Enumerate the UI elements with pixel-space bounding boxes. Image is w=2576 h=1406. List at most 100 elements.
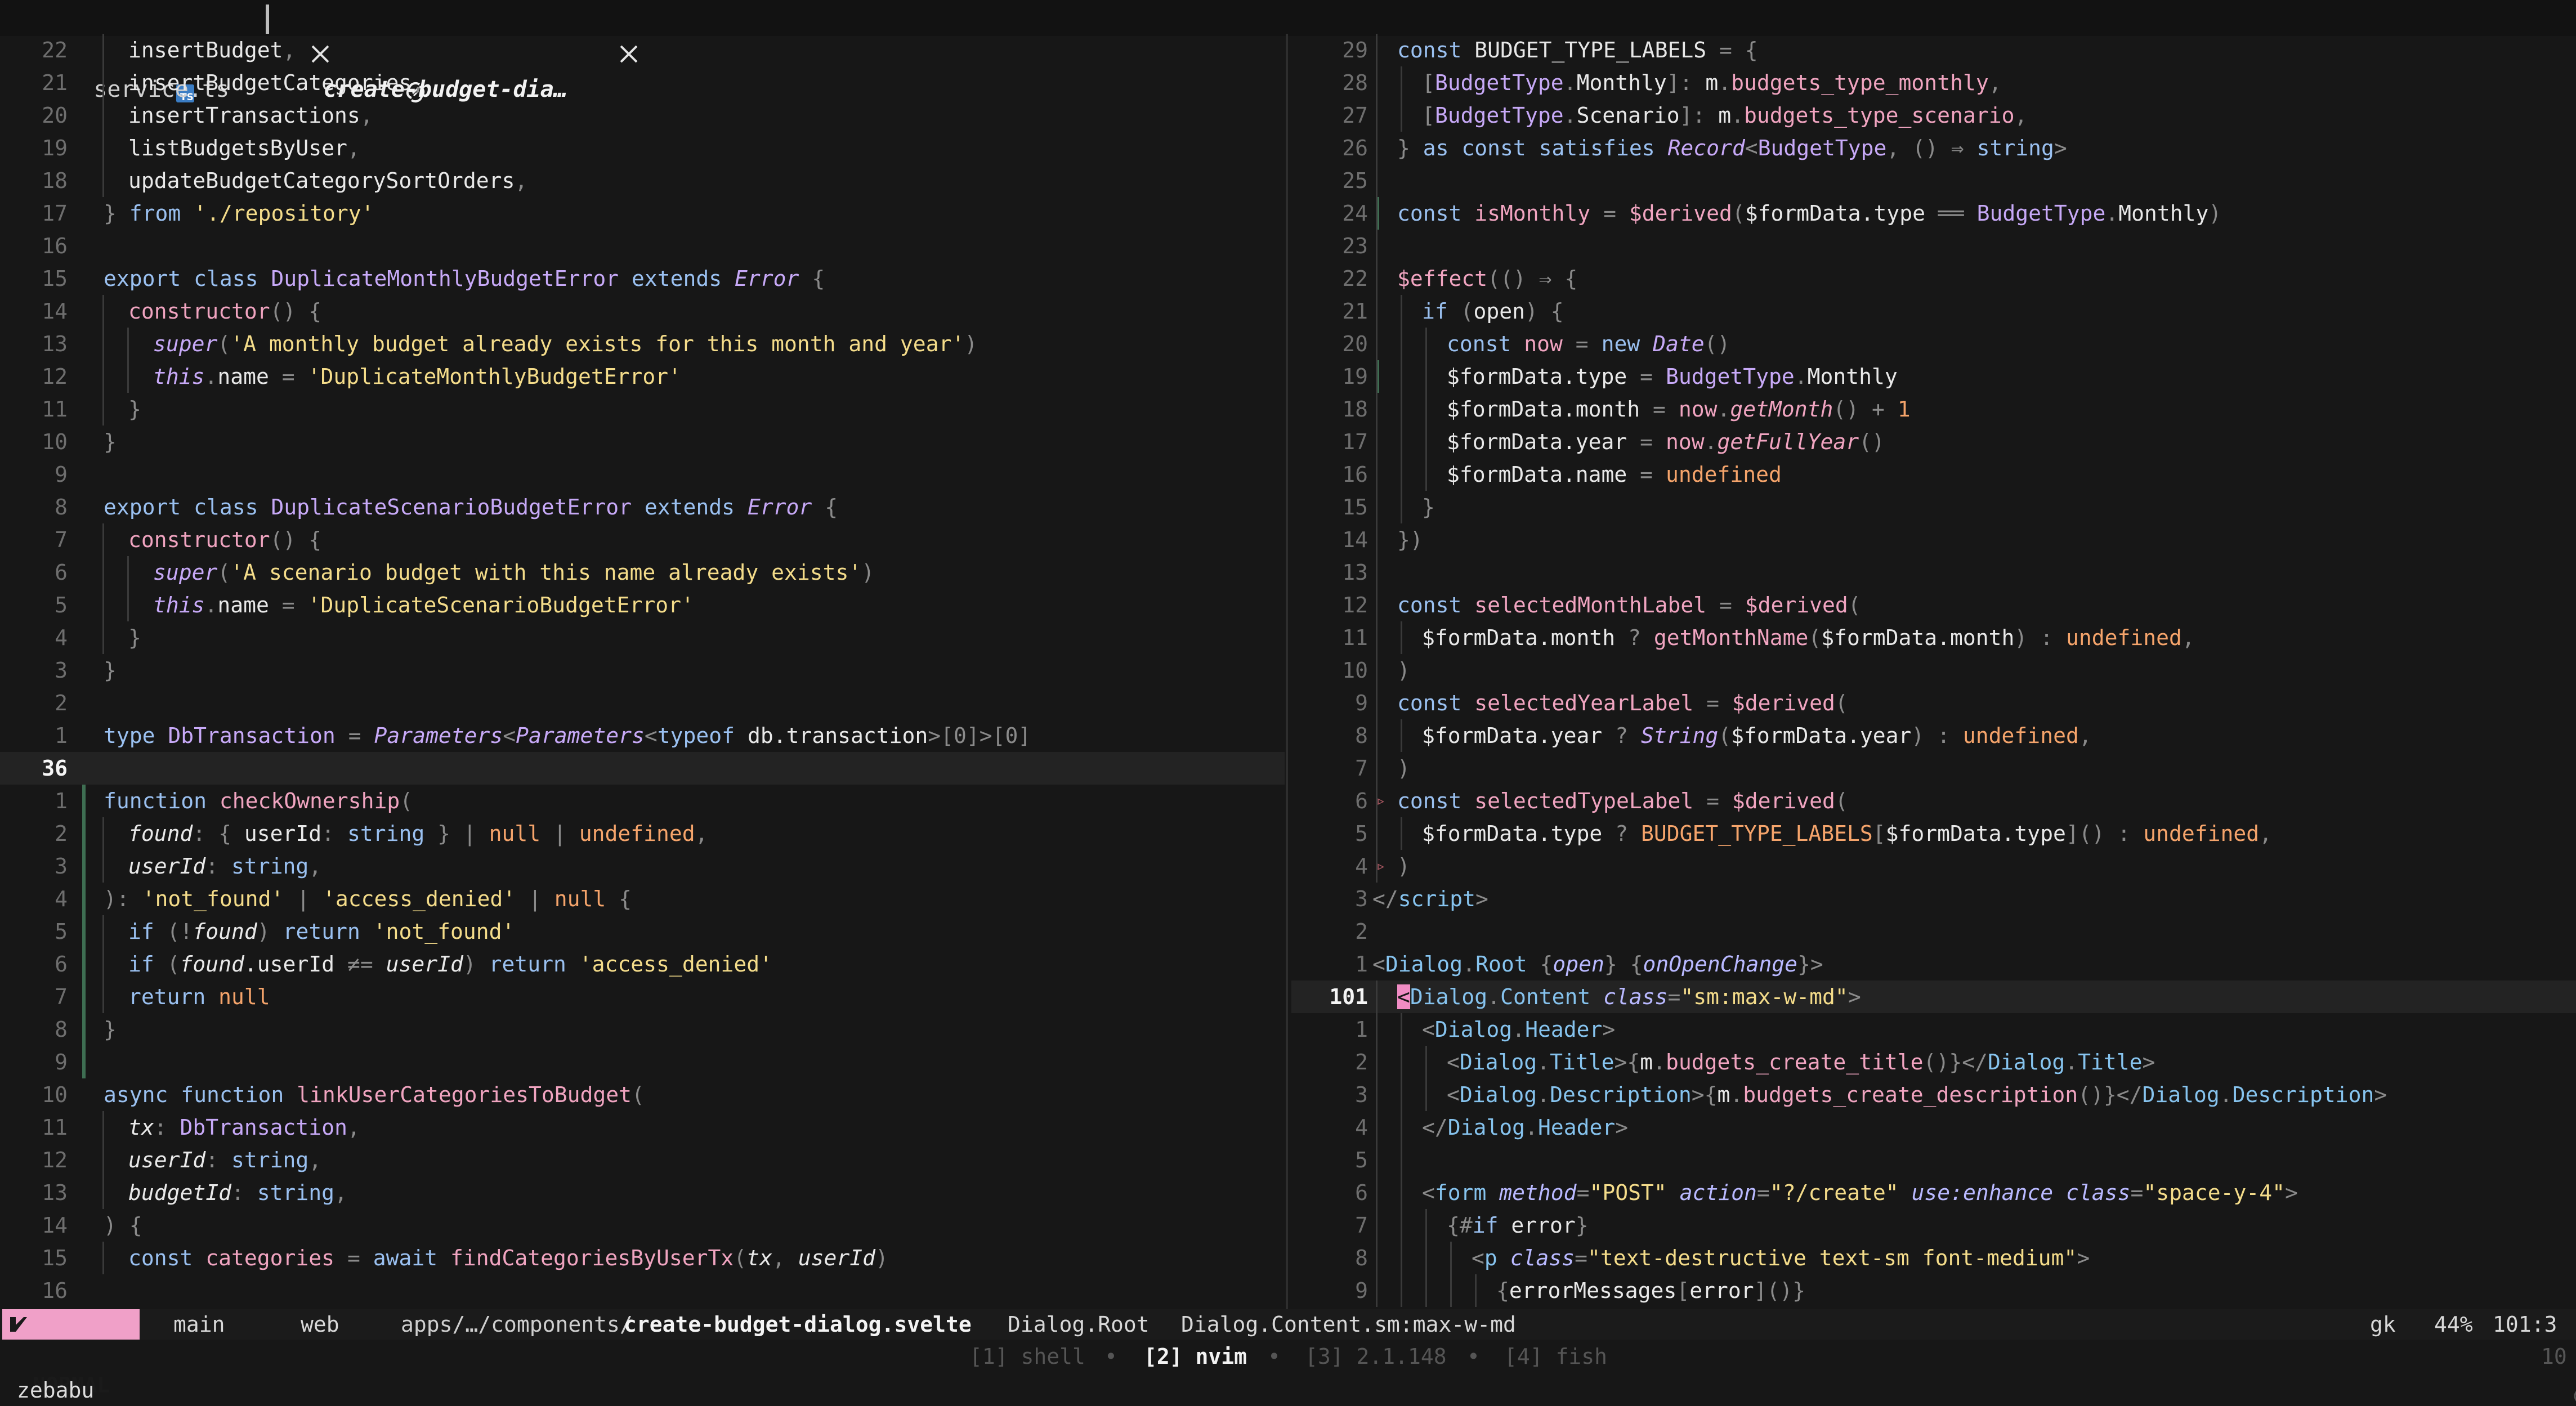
code-line[interactable]: 18 updateBudgetCategorySortOrders,: [0, 164, 1285, 197]
fold-marker-icon[interactable]: ▹: [1376, 785, 1388, 817]
git-branch[interactable]: main: [173, 1309, 225, 1340]
code-line[interactable]: 27 [BudgetType.Scenario]: m.budgets_type_…: [1291, 99, 2576, 132]
code-line[interactable]: 4 ▹): [1291, 850, 2576, 883]
code-line[interactable]: 15 const categories = await findCategorie…: [0, 1242, 1285, 1274]
code-line[interactable]: 25: [1291, 164, 2576, 197]
code-line[interactable]: 29 const BUDGET_TYPE_LABELS = {: [1291, 34, 2576, 66]
code-line[interactable]: 21 if (open) {: [1291, 295, 2576, 328]
code-line[interactable]: 13 budgetId: string,: [0, 1176, 1285, 1209]
code-line[interactable]: 10 async function linkUserCategoriesToBud…: [0, 1078, 1285, 1111]
code-line[interactable]: 11 $formData.month ? getMonthName($formDa…: [1291, 621, 2576, 654]
code-line[interactable]: 6 super('A scenario budget with this name…: [0, 556, 1285, 589]
code-line[interactable]: 2 found: { userId: string } | null | unde…: [0, 817, 1285, 850]
code-line[interactable]: 11 tx: DbTransaction,: [0, 1111, 1285, 1144]
code-line[interactable]: 3}: [0, 654, 1285, 687]
code-token: <: [1472, 1246, 1484, 1270]
code-line[interactable]: 16: [0, 230, 1285, 262]
code-line[interactable]: 8 export class DuplicateScenarioBudgetErr…: [0, 491, 1285, 523]
code-line[interactable]: 5 $formData.type ? BUDGET_TYPE_LABELS[$fo…: [1291, 817, 2576, 850]
code-line[interactable]: 22 insertBudget,: [0, 34, 1285, 66]
code-line[interactable]: 15 export class DuplicateMonthlyBudgetErr…: [0, 262, 1285, 295]
code-line[interactable]: 28 [BudgetType.Monthly]: m.budgets_type_m…: [1291, 66, 2576, 99]
code-line[interactable]: 4 </Dialog.Header>: [1291, 1111, 2576, 1144]
tmux-window-shell[interactable]: [1] shell: [969, 1340, 1085, 1373]
code-line[interactable]: 6 ▹ const selectedTypeLabel = $derived(: [1291, 785, 2576, 817]
code-line[interactable]: 21 insertBudgetCategories,: [0, 66, 1285, 99]
editor-pane-right[interactable]: 29 const BUDGET_TYPE_LABELS = {28 [BudgetT…: [1291, 34, 2576, 1309]
code-line[interactable]: 5: [1291, 1144, 2576, 1176]
code-line[interactable]: 6 <form method="POST" action="?/create" u…: [1291, 1176, 2576, 1209]
code-line[interactable]: 1 function checkOwnership(: [0, 785, 1285, 817]
close-tab-icon[interactable]: [225, 5, 329, 63]
code-token: 'A monthly budget already exists for thi…: [230, 332, 965, 356]
editor-pane-left[interactable]: 22 insertBudget, 21 insertBudgetCategories,…: [0, 34, 1285, 1309]
code-token: super: [153, 560, 218, 585]
code-line[interactable]: 26} as const satisfies Record<BudgetType…: [1291, 132, 2576, 164]
code-line[interactable]: 10}: [0, 426, 1285, 458]
tmux-window-nvim[interactable]: [2] nvim: [1144, 1340, 1247, 1373]
code-line[interactable]: 3 userId: string,: [0, 850, 1285, 883]
tmux-window-fish[interactable]: [4] fish: [1504, 1340, 1607, 1373]
tab-create-budget-dialog[interactable]: create-budget-dia…: [269, 0, 637, 103]
code-line[interactable]: 15}: [1291, 491, 2576, 523]
code-line[interactable]: 17 $formData.year = now.getFullYear(): [1291, 426, 2576, 458]
code-line[interactable]: 7 constructor() {: [0, 523, 1285, 556]
code-line[interactable]: 19 listBudgetsByUser,: [0, 132, 1285, 164]
code-line[interactable]: 14) {: [0, 1209, 1285, 1242]
code-line[interactable]: 2 <Dialog.Title>{m.budgets_create_title()…: [1291, 1046, 2576, 1078]
code-line[interactable]: 7): [1291, 752, 2576, 785]
code-line[interactable]: 2: [1291, 915, 2576, 948]
code-line[interactable]: 12 userId: string,: [0, 1144, 1285, 1176]
code-line[interactable]: 2: [0, 687, 1285, 719]
code-line[interactable]: 10): [1291, 654, 2576, 687]
code-line[interactable]: 18 $formData.month = now.getMonth() + 1: [1291, 393, 2576, 426]
tab-service-ts[interactable]: TS service.ts: [39, 0, 329, 103]
code-line[interactable]: 11}: [0, 393, 1285, 426]
code-line[interactable]: 8}: [0, 1013, 1285, 1046]
code-line[interactable]: 3 </script>: [1291, 883, 2576, 915]
code-line[interactable]: 20 insertTransactions,: [0, 99, 1285, 132]
code-line[interactable]: 9 const selectedYearLabel = $derived(: [1291, 687, 2576, 719]
code-line[interactable]: 3 <Dialog.Description>{m.budgets_create_d…: [1291, 1078, 2576, 1111]
code-line[interactable]: 19 $formData.type = BudgetType.Monthly: [1291, 360, 2576, 393]
breadcrumb-dialog-root[interactable]: Dialog.Root: [1008, 1309, 1150, 1340]
code-line[interactable]: 5 if (!found) return 'not_found': [0, 915, 1285, 948]
split-divider[interactable]: [1286, 34, 1288, 1309]
close-tab-icon[interactable]: [534, 5, 637, 63]
code-token: now: [1524, 332, 1563, 356]
code-line[interactable]: 17} from './repository': [0, 197, 1285, 230]
tmux-window-claude[interactable]: [3] 2.1.148: [1305, 1340, 1447, 1373]
code-line[interactable]: 7 return null: [0, 980, 1285, 1013]
code-line[interactable]: 9: [0, 1046, 1285, 1078]
code-line[interactable]: 36: [0, 752, 1285, 785]
code-line[interactable]: 13: [1291, 556, 2576, 589]
code-text: insertBudget,: [128, 34, 296, 66]
code-line[interactable]: 12 const selectedMonthLabel = $derived(: [1291, 589, 2576, 621]
breadcrumb-dialog-content[interactable]: Dialog.Content.sm:max-w-md: [1181, 1309, 1516, 1340]
code-line[interactable]: 6 if (found.userId ≠= userId) return 'acc…: [0, 948, 1285, 980]
code-line[interactable]: 101 <Dialog.Content class="sm:max-w-md">: [1291, 980, 2576, 1013]
code-line[interactable]: 14}): [1291, 523, 2576, 556]
code-line[interactable]: 9 {errorMessages[error]()}: [1291, 1274, 2576, 1307]
code-line[interactable]: 1 <Dialog.Header>: [1291, 1013, 2576, 1046]
code-line[interactable]: 23: [1291, 230, 2576, 262]
code-line[interactable]: 1 <Dialog.Root {open} {onOpenChange}>: [1291, 948, 2576, 980]
code-line[interactable]: 12 this.name = 'DuplicateMonthlyBudgetErr…: [0, 360, 1285, 393]
code-line[interactable]: 7 {#if error}: [1291, 1209, 2576, 1242]
code-line[interactable]: 8 $formData.year ? String($formData.year)…: [1291, 719, 2576, 752]
code-line[interactable]: 4}: [0, 621, 1285, 654]
code-line[interactable]: 9: [0, 458, 1285, 491]
code-token: $formData.month: [1821, 625, 2015, 650]
code-line[interactable]: 4): 'not_found' | 'access_denied' | null…: [0, 883, 1285, 915]
code-line[interactable]: 14 constructor() {: [0, 295, 1285, 328]
code-line[interactable]: 1 type DbTransaction = Parameters<Paramet…: [0, 719, 1285, 752]
code-line[interactable]: 5 this.name = 'DuplicateScenarioBudgetErr…: [0, 589, 1285, 621]
code-line[interactable]: 20 const now = new Date(): [1291, 328, 2576, 360]
code-line[interactable]: 8 <p class="text-destructive text-sm font…: [1291, 1242, 2576, 1274]
code-line[interactable]: 24 const isMonthly = $derived($formData.t…: [1291, 197, 2576, 230]
code-line[interactable]: 16: [0, 1274, 1285, 1307]
code-line[interactable]: 22 $effect(() ⇒ {: [1291, 262, 2576, 295]
code-line[interactable]: 16 $formData.name = undefined: [1291, 458, 2576, 491]
code-line[interactable]: 13 super('A monthly budget already exists…: [0, 328, 1285, 360]
fold-marker-icon[interactable]: ▹: [1376, 850, 1388, 883]
